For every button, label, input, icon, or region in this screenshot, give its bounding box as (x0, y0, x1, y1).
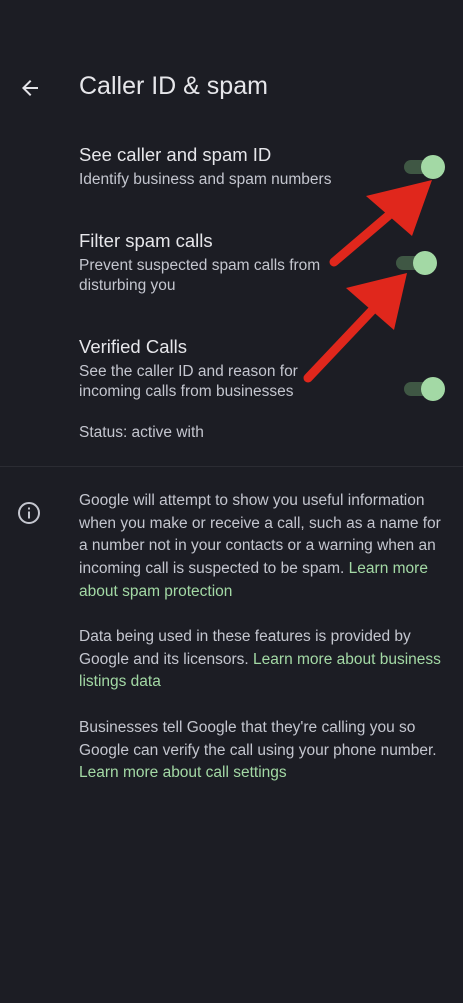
setting-description: Identify business and spam numbers (79, 171, 332, 188)
info-paragraph-spam-protection: Google will attempt to show you useful i… (79, 490, 449, 604)
info-icon (18, 502, 40, 524)
learn-more-call-settings-link[interactable]: Learn more about call settings (79, 764, 287, 781)
toggle-thumb (421, 377, 445, 401)
page-title: Caller ID & spam (79, 72, 268, 100)
back-button[interactable] (10, 68, 50, 108)
caller-spam-id-toggle[interactable] (404, 155, 445, 179)
toggle-thumb (421, 155, 445, 179)
setting-description: Prevent suspected spam calls from distur… (79, 257, 321, 294)
arrow-back-icon (22, 80, 38, 96)
setting-see-caller-spam-id[interactable]: See caller and spam ID Identify business… (0, 144, 463, 204)
setting-description: See the caller ID and reason for incomin… (79, 363, 298, 400)
setting-title: See caller and spam ID (79, 144, 272, 165)
caller-id-spam-screen: Caller ID & spam See caller and spam ID … (0, 0, 463, 1003)
setting-title: Verified Calls (79, 336, 187, 357)
setting-title: Filter spam calls (79, 230, 213, 251)
info-paragraph-business-listings: Data being used in these features is pro… (79, 626, 449, 694)
filter-spam-calls-toggle[interactable] (396, 251, 437, 275)
setting-verified-calls[interactable]: Verified Calls See the caller ID and rea… (0, 336, 463, 406)
setting-filter-spam-calls[interactable]: Filter spam calls Prevent suspected spam… (0, 230, 463, 300)
info-paragraph-verified-calls: Businesses tell Google that they're call… (79, 717, 449, 785)
section-divider (0, 466, 463, 467)
info-text: Businesses tell Google that they're call… (79, 719, 437, 759)
top-app-bar: Caller ID & spam (0, 56, 463, 120)
verified-calls-toggle[interactable] (404, 377, 445, 401)
verified-calls-status: Status: active with (79, 424, 204, 441)
toggle-thumb (413, 251, 437, 275)
